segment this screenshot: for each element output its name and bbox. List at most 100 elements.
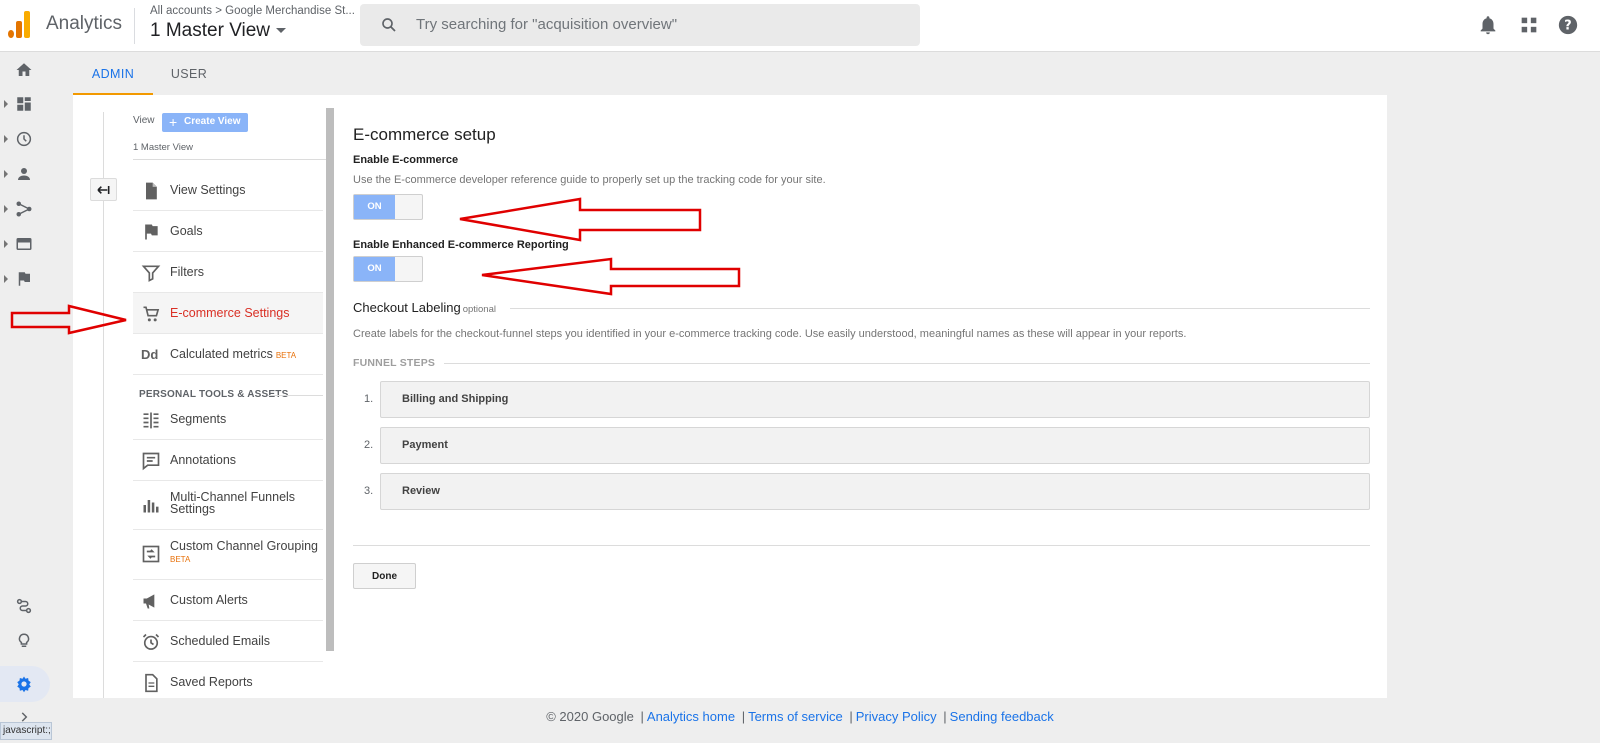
current-view-name[interactable]: 1 Master View (133, 142, 193, 153)
rail-behavior[interactable] (0, 229, 52, 259)
nav-custom-channel-grouping[interactable]: Custom Channel Grouping BETA (133, 530, 323, 580)
nav-filters[interactable]: Filters (133, 252, 323, 293)
funnel-step-input[interactable]: Payment (380, 427, 1370, 464)
view-selector-label: 1 Master View (150, 20, 271, 41)
collapse-column-button[interactable] (90, 178, 117, 201)
enable-ecommerce-toggle[interactable]: ON (353, 194, 423, 220)
lightbulb-icon (18, 633, 30, 647)
channel-grouping-icon (142, 545, 160, 563)
funnel-step-input[interactable]: Billing and Shipping (380, 381, 1370, 418)
apps-grid-icon[interactable] (1518, 14, 1540, 36)
rail-audience[interactable] (0, 159, 52, 189)
footer-separator: | (849, 709, 853, 724)
step-name: Payment (402, 439, 448, 451)
checkout-title-text: Checkout Labeling (353, 300, 461, 315)
person-icon (18, 168, 30, 180)
done-divider (353, 545, 1370, 546)
create-view-button[interactable]: + Create View (162, 113, 248, 132)
enhanced-ecommerce-toggle[interactable]: ON (353, 256, 423, 282)
breadcrumb[interactable]: All accounts > Google Merchandise St... (150, 5, 355, 17)
rail-customization[interactable] (0, 89, 52, 119)
nav-view-settings[interactable]: View Settings (133, 170, 323, 211)
nav-label-text: Calculated metrics (170, 347, 273, 361)
copyright: © 2020 Google (546, 709, 634, 724)
nav-annotations[interactable]: Annotations (133, 440, 323, 481)
column-scrollbar[interactable] (326, 108, 334, 651)
enable-ecommerce-label: Enable E-commerce (353, 154, 459, 166)
bar-chart-icon (143, 500, 159, 513)
nav-saved-reports[interactable]: Saved Reports (133, 662, 323, 698)
dd-icon: Dd (141, 347, 159, 362)
link-analytics-home[interactable]: Analytics home (647, 709, 735, 724)
link-privacy-policy[interactable]: Privacy Policy (856, 709, 937, 724)
tab-user[interactable]: USER (153, 55, 225, 95)
flag-icon (145, 224, 158, 240)
rail-home[interactable] (0, 55, 52, 85)
annotation-icon (142, 452, 160, 471)
funnel-step-input[interactable]: Review (380, 473, 1370, 510)
nav-label: E-commerce Settings (170, 306, 290, 320)
top-header: Analytics All accounts > Google Merchand… (0, 0, 1600, 52)
flag-icon (18, 272, 30, 286)
search-icon (382, 18, 396, 32)
rail-attribution[interactable] (0, 591, 52, 621)
filter-icon (141, 265, 161, 282)
step-number: 3. (364, 485, 374, 497)
optional-tag: optional (462, 304, 496, 315)
link-terms-of-service[interactable]: Terms of service (748, 709, 843, 724)
nav-label: Scheduled Emails (170, 634, 271, 648)
nav-goals[interactable]: Goals (133, 211, 323, 252)
nav-label: Custom Channel Grouping BETA (170, 540, 318, 566)
rail-discover[interactable] (0, 626, 52, 656)
nav-label: Calculated metrics BETA (170, 347, 296, 361)
rail-realtime[interactable] (0, 124, 52, 154)
notifications-bell-icon[interactable] (1477, 14, 1499, 36)
clock-icon (16, 131, 32, 147)
view-selector[interactable]: 1 Master View (150, 20, 287, 42)
breadcrumb-root[interactable]: All accounts (150, 5, 212, 17)
rail-acquisition[interactable] (0, 194, 52, 224)
beta-badge: BETA (275, 351, 297, 360)
search-bar[interactable]: Try searching for "acquisition overview" (360, 4, 920, 46)
page-title: E-commerce setup (353, 125, 496, 144)
section-divider (268, 395, 323, 396)
enable-ecommerce-help: Use the E-commerce developer reference g… (353, 174, 826, 186)
link-sending-feedback[interactable]: Sending feedback (950, 709, 1054, 724)
footer-separator: | (741, 709, 746, 724)
create-view-label: Create View (184, 116, 241, 127)
nav-label: Annotations (170, 453, 237, 467)
checkout-help: Create labels for the checkout-funnel st… (353, 328, 1187, 340)
breadcrumb-account[interactable]: Google Merchandise St... (225, 5, 355, 17)
footer-separator: | (943, 709, 947, 724)
analytics-logo-icon[interactable] (8, 10, 32, 38)
left-nav-rail (0, 53, 52, 743)
acquisition-icon (16, 201, 32, 217)
nav-label: Filters (170, 265, 205, 279)
nav-label: Multi-Channel Funnels Settings (170, 490, 296, 516)
rail-conversions[interactable] (0, 264, 52, 294)
nav-label: Custom Alerts (170, 593, 248, 607)
nav-custom-alerts[interactable]: Custom Alerts (133, 580, 323, 621)
nav-segments[interactable]: Segments (133, 399, 323, 440)
funnel-divider (444, 363, 1370, 364)
rail-admin-active[interactable] (0, 666, 50, 702)
nav-scheduled-emails[interactable]: Scheduled Emails (133, 621, 323, 662)
document-icon (146, 182, 157, 200)
nav-calculated-metrics[interactable]: Dd Calculated metrics BETA (133, 334, 323, 375)
back-arrow-icon (97, 186, 110, 194)
help-icon[interactable]: ? (1557, 14, 1579, 36)
toggle-on-label: ON (354, 257, 395, 281)
tab-admin[interactable]: ADMIN (73, 55, 153, 95)
enhanced-ecommerce-label: Enable Enhanced E-commerce Reporting (353, 239, 569, 251)
segments-icon (143, 412, 159, 429)
megaphone-icon (143, 594, 155, 609)
nav-label: Saved Reports (170, 675, 253, 689)
status-bar-tooltip: javascript:; (0, 722, 52, 740)
report-icon (145, 673, 158, 693)
nav-multi-channel-funnels[interactable]: Multi-Channel Funnels Settings (133, 481, 323, 530)
checkout-labeling-title: Checkout Labeling optional (353, 300, 496, 315)
nav-ecommerce-settings[interactable]: E-commerce Settings (133, 293, 323, 334)
done-button[interactable]: Done (353, 563, 416, 589)
header-divider (134, 8, 135, 44)
home-icon (16, 63, 32, 76)
